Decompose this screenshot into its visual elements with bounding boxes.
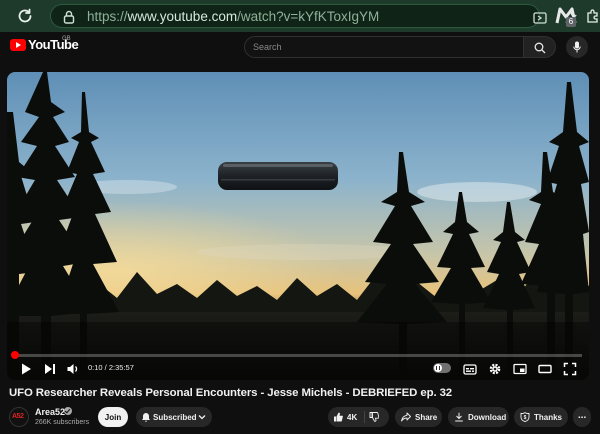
voice-search-button[interactable] [566,36,588,58]
subtitles-icon[interactable] [463,362,477,376]
thumbs-up-icon[interactable] [333,412,343,422]
volume-icon[interactable] [66,362,80,376]
subscribed-button[interactable]: Subscribed [136,407,212,427]
like-dislike-group[interactable]: 4K [328,407,389,427]
chevron-down-icon [198,415,206,420]
youtube-logo-icon[interactable] [10,39,26,51]
share-button[interactable]: Share [395,407,442,427]
progress-bar[interactable] [14,354,582,357]
bell-icon [142,413,150,422]
pause-icon [436,366,440,370]
theater-mode-icon[interactable] [538,362,552,376]
thanks-label: Thanks [534,413,563,422]
svg-text:$: $ [524,415,527,421]
video-title: UFO Researcher Reveals Personal Encounte… [9,387,453,399]
extensions-puzzle-icon[interactable] [586,8,600,24]
search-input[interactable] [245,37,523,57]
like-divider [364,411,365,423]
youtube-header: YouTube GB [0,32,600,62]
super-thanks-icon: $ [520,412,530,422]
microphone-icon [573,41,581,53]
more-actions-button[interactable]: ⋯ [573,407,591,427]
subscriber-count: 266K subscribers [35,419,90,426]
progress-scrubber[interactable] [10,351,19,359]
join-button[interactable]: Join [98,407,128,427]
search-icon [534,42,546,54]
search-field[interactable] [244,36,524,58]
open-in-app-icon[interactable] [533,12,547,24]
video-frame[interactable] [7,72,589,380]
like-count: 4K [347,413,358,422]
channel-name[interactable]: Area52 [35,407,65,417]
autoplay-toggle[interactable] [433,363,451,373]
download-button[interactable]: Download [448,407,509,427]
url-text[interactable]: https://www.youtube.com/watch?v=kYfKToxI… [87,9,379,24]
browser-toolbar: https://www.youtube.com/watch?v=kYfKToxI… [0,0,600,32]
thumbs-down-icon[interactable] [369,412,379,422]
url-host: www.youtube.com [127,9,238,24]
channel-avatar[interactable]: A52 [9,407,29,427]
reload-icon[interactable] [16,7,34,25]
download-icon [455,412,463,422]
extension-badge: 6 [566,17,576,27]
search-button[interactable] [524,36,556,58]
verified-badge-icon [64,407,72,415]
avatar-text: A52 [12,413,24,420]
logo-country-code: GB [62,36,71,42]
next-video-icon[interactable] [43,362,57,376]
play-icon[interactable] [19,362,33,376]
share-label: Share [415,413,438,422]
video-player[interactable]: 0:10 / 2:35:57 [7,72,589,380]
url-scheme: https:// [87,9,128,24]
fullscreen-icon[interactable] [563,362,577,376]
address-bar[interactable]: https://www.youtube.com/watch?v=kYfKToxI… [50,4,577,28]
lock-icon[interactable] [63,10,75,24]
url-path: /watch?v=kYfKToxIgYM [237,9,380,24]
ufo-object [218,162,338,190]
download-label: Download [468,413,507,422]
subscribed-label: Subscribed [153,413,197,422]
settings-gear-icon[interactable] [488,362,502,376]
share-icon [401,412,411,422]
miniplayer-icon[interactable] [513,362,527,376]
thanks-button[interactable]: $ Thanks [514,407,568,427]
time-display: 0:10 / 2:35:57 [88,363,134,372]
